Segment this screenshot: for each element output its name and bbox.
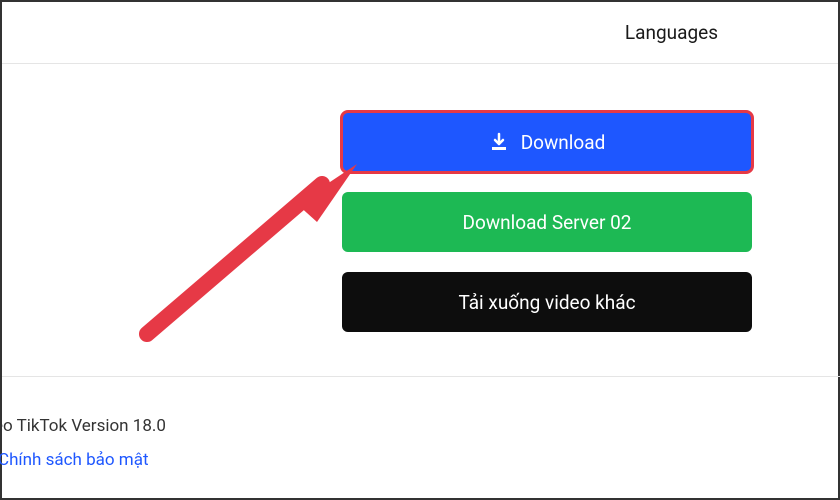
download-icon (489, 132, 509, 152)
annotation-arrow (117, 164, 357, 344)
download-button-label: Download (521, 131, 606, 154)
main-content: Download Download Server 02 Tải xuống vi… (2, 64, 838, 498)
version-text: eo TikTok Version 18.0 (0, 416, 166, 436)
download-server-02-label: Download Server 02 (463, 211, 632, 234)
languages-dropdown[interactable]: Languages (625, 21, 718, 44)
download-other-label: Tải xuống video khác (458, 291, 635, 314)
header: Languages (2, 2, 838, 64)
download-server-02-button[interactable]: Download Server 02 (342, 192, 752, 252)
footer-divider (2, 376, 840, 377)
download-other-button[interactable]: Tải xuống video khác (342, 272, 752, 332)
privacy-policy-link[interactable]: Chính sách bảo mật (0, 450, 166, 470)
footer: eo TikTok Version 18.0 Chính sách bảo mậ… (2, 396, 166, 470)
download-buttons-group: Download Download Server 02 Tải xuống vi… (342, 112, 752, 352)
download-button[interactable]: Download (342, 112, 752, 172)
